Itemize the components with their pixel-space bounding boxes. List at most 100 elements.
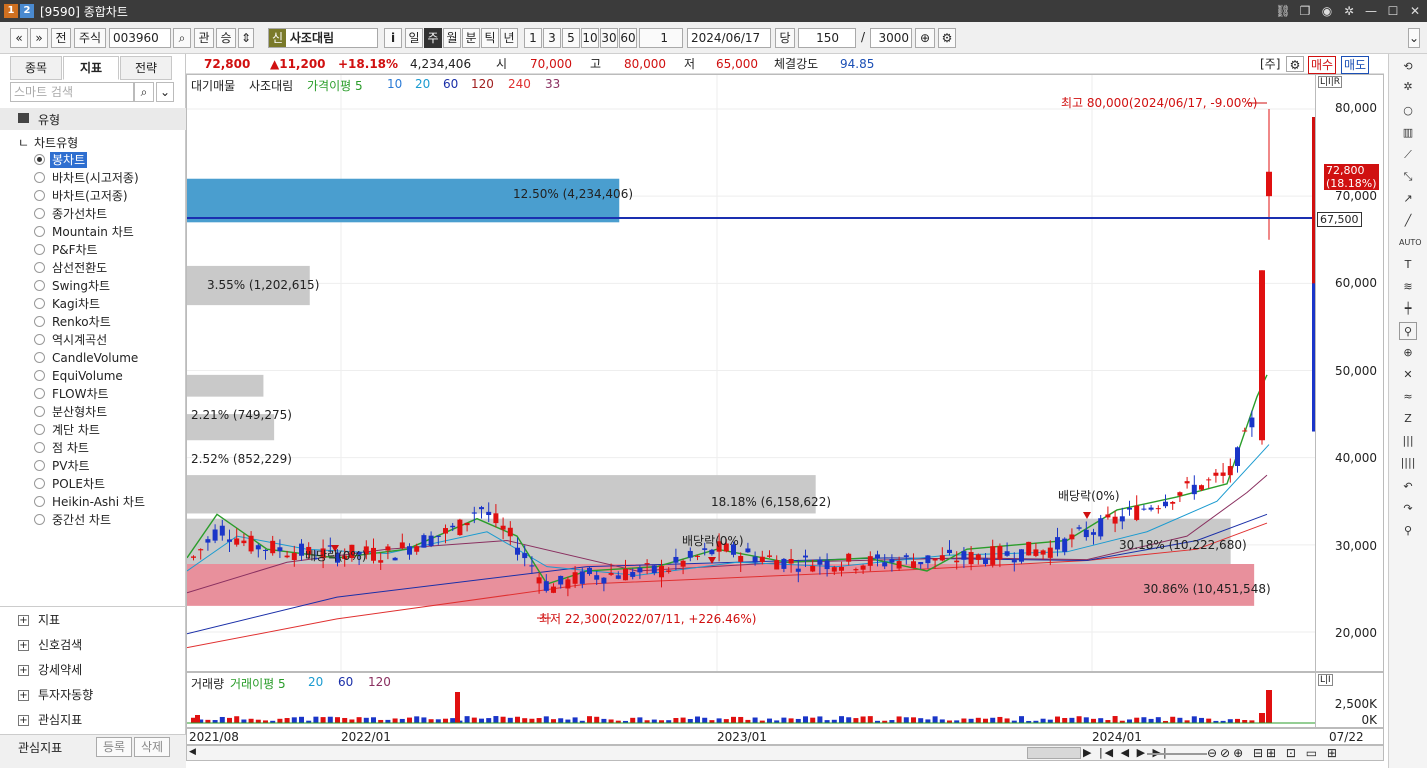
chart-type-label[interactable]: 바차트(고저종) xyxy=(52,188,128,204)
chart-type-label[interactable]: Renko차트 xyxy=(52,314,111,330)
settings-icon[interactable]: ⚙ xyxy=(938,28,956,48)
period-minute[interactable]: 분 xyxy=(462,28,480,48)
zoom-slider[interactable] xyxy=(1147,753,1207,755)
chart-type-radio[interactable] xyxy=(34,280,45,291)
legend-item[interactable]: 가격이평 5 xyxy=(307,77,363,94)
trend-line-icon[interactable]: ⤡ xyxy=(1399,168,1417,186)
search-icon[interactable]: ⚲ xyxy=(1399,522,1417,540)
interval-60[interactable]: 60 xyxy=(619,28,637,48)
legend-item[interactable]: 60 xyxy=(443,77,458,91)
price-chart[interactable]: 대기매물 사조대림 가격이평 5 10 20 60 120 240 33 12.50% (4,2… xyxy=(186,74,1316,672)
window-badge-1[interactable]: 1 xyxy=(4,4,18,18)
fibonacci-icon[interactable]: ≋ xyxy=(1399,278,1417,296)
smart-search-input[interactable]: 스마트 검색 xyxy=(10,82,134,102)
chart-type-radio[interactable] xyxy=(34,190,45,201)
stock-name-field[interactable]: 신 사조대림 xyxy=(268,28,378,48)
rise-button[interactable]: 승 xyxy=(216,28,236,48)
info-button[interactable]: i xyxy=(384,28,402,48)
mode-label[interactable]: [주] xyxy=(1260,56,1280,72)
chart-type-radio[interactable] xyxy=(34,226,45,237)
prev-stock-button[interactable]: 전 xyxy=(51,28,71,48)
chart-type-label[interactable]: 종가선차트 xyxy=(52,206,107,222)
auto-line-icon[interactable]: AUTO xyxy=(1399,234,1422,252)
period-lines-icon[interactable]: |||| xyxy=(1399,454,1417,472)
zoom-in-icon[interactable]: ⊕ xyxy=(915,28,935,48)
gear-icon[interactable]: ⚙ xyxy=(1286,56,1304,72)
expand-icon[interactable]: + xyxy=(18,665,29,676)
candle-icon[interactable]: ┿ xyxy=(1399,300,1417,318)
zigzag-icon[interactable]: Z xyxy=(1399,410,1417,428)
legend-item[interactable]: 20 xyxy=(415,77,430,91)
gear-icon[interactable]: ✲ xyxy=(1341,3,1357,19)
line-draw-icon[interactable]: ⟋ xyxy=(1399,146,1417,164)
chart-type-radio[interactable] xyxy=(34,208,45,219)
zoom-icon[interactable]: ⊕ xyxy=(1399,344,1417,362)
wave-icon[interactable]: ≈ xyxy=(1399,388,1417,406)
period-week[interactable]: 주 xyxy=(424,28,442,48)
chart-type-radio[interactable] xyxy=(34,352,45,363)
search-icon[interactable]: ⌕ xyxy=(134,82,154,102)
chart-type-radio[interactable] xyxy=(34,388,45,399)
tab-indicator[interactable]: 지표 xyxy=(63,56,119,80)
legend-item[interactable]: 10 xyxy=(387,77,402,91)
chart-type-radio[interactable] xyxy=(34,478,45,489)
interval-5[interactable]: 5 xyxy=(562,28,580,48)
delete-button[interactable]: 삭제 xyxy=(134,737,170,757)
indicator-group[interactable]: 신호검색 xyxy=(38,637,82,653)
bar-chart-icon[interactable]: ▥ xyxy=(1399,124,1417,142)
chart-type-label[interactable]: FLOW차트 xyxy=(52,386,109,402)
expand-icon[interactable]: + xyxy=(18,690,29,701)
date-input[interactable]: 2024/06/17 xyxy=(687,28,771,48)
link-icon[interactable]: ⛓ xyxy=(1275,3,1291,19)
bars-icon[interactable]: ||| xyxy=(1399,432,1417,450)
interval-10[interactable]: 10 xyxy=(581,28,599,48)
chart-type-label[interactable]: P&F차트 xyxy=(52,242,98,258)
chart-type-label[interactable]: 계단 차트 xyxy=(52,422,100,438)
scroll-left-icon[interactable]: ◀ xyxy=(189,747,199,759)
chart-type-radio[interactable] xyxy=(34,262,45,273)
camera-icon[interactable]: ◉ xyxy=(1319,3,1335,19)
undo-icon[interactable]: ↶ xyxy=(1399,478,1417,496)
chart-type-label[interactable]: PV차트 xyxy=(52,458,90,474)
tab-strategy[interactable]: 전략 xyxy=(120,56,172,80)
indicator-group[interactable]: 관심지표 xyxy=(38,712,82,728)
chart-type-label[interactable]: 점 차트 xyxy=(52,440,89,456)
chart-scrollbar[interactable]: ◀ ▶ |◀ ◀ ▶ ▶| ⊖⊘⊕ ⊟⊞ ⊡ ▭ ⊞ xyxy=(186,745,1384,761)
indicator-group[interactable]: 투자자동향 xyxy=(38,687,93,703)
text-icon[interactable]: T xyxy=(1399,256,1417,274)
related-button[interactable]: 관 xyxy=(194,28,214,48)
interval-input[interactable]: 1 xyxy=(639,28,683,48)
chart-type-radio[interactable] xyxy=(34,316,45,327)
gear-icon[interactable]: ✲ xyxy=(1399,78,1417,96)
chart-type-radio[interactable] xyxy=(34,298,45,309)
chart-type-label[interactable]: CandleVolume xyxy=(52,350,138,366)
chart-type-label[interactable]: 분산형차트 xyxy=(52,404,107,420)
sell-button[interactable]: 매도 xyxy=(1341,56,1370,74)
chart-type-label[interactable]: 바차트(시고저종) xyxy=(52,170,139,186)
volume-legend-item[interactable]: 60 xyxy=(338,675,353,689)
chart-type-label[interactable]: Heikin-Ashi 차트 xyxy=(52,494,145,510)
close-icon[interactable]: ✕ xyxy=(1407,3,1423,19)
copy-icon[interactable]: ❐ xyxy=(1297,3,1313,19)
legend-item[interactable]: 120 xyxy=(471,77,494,91)
next-button[interactable]: » xyxy=(30,28,48,48)
chart-type-radio[interactable] xyxy=(34,424,45,435)
legend-item[interactable]: 대기매물 xyxy=(191,77,235,94)
section-type[interactable]: 유형 xyxy=(38,111,60,128)
chart-type-label[interactable]: POLE차트 xyxy=(52,476,105,492)
diagonal-line-icon[interactable]: ╱ xyxy=(1399,212,1417,230)
indicator-group[interactable]: 강세약세 xyxy=(38,662,82,678)
redo-icon[interactable]: ↷ xyxy=(1399,500,1417,518)
chart-type-radio[interactable] xyxy=(34,406,45,417)
volume-legend-item[interactable]: 20 xyxy=(308,675,323,689)
maximize-icon[interactable]: ☐ xyxy=(1385,3,1401,19)
circle-icon[interactable]: ○ xyxy=(1399,102,1417,120)
legend-item[interactable]: 33 xyxy=(545,77,560,91)
interval-3[interactable]: 3 xyxy=(543,28,561,48)
indicator-group[interactable]: 지표 xyxy=(38,612,60,628)
subsection-chart-type[interactable]: 차트유형 xyxy=(34,134,78,151)
chart-type-radio[interactable] xyxy=(34,370,45,381)
extend-line-icon[interactable]: ↗ xyxy=(1399,190,1417,208)
interval-1[interactable]: 1 xyxy=(524,28,542,48)
chart-type-radio[interactable] xyxy=(34,154,45,165)
